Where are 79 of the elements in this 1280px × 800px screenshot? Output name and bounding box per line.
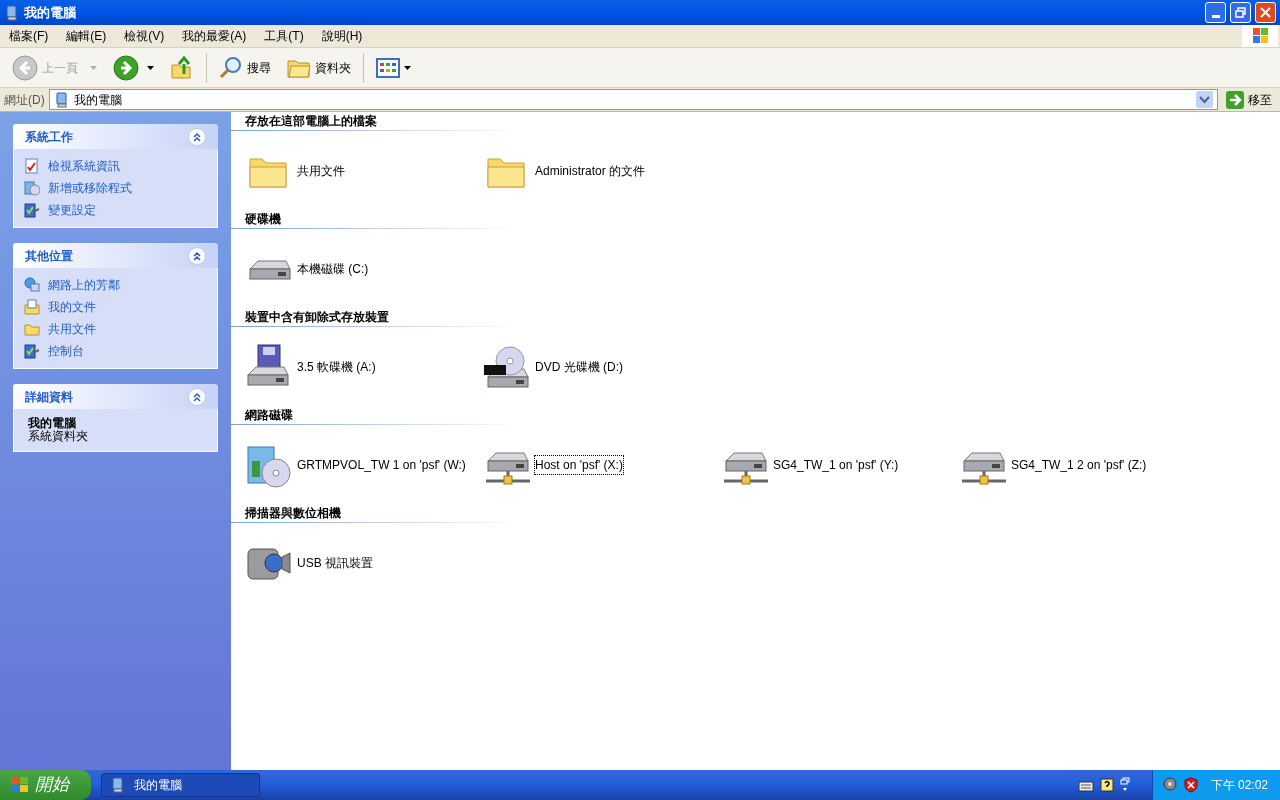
speaker-icon <box>1162 777 1179 793</box>
document-check-icon <box>24 158 40 174</box>
section-heading: 存放在這部電腦上的檔案 <box>244 114 378 129</box>
globe-computer-icon <box>24 277 40 293</box>
drive-item[interactable]: DVD 光碟機 (D:) <box>482 342 720 392</box>
task-link[interactable]: 控制台 <box>24 342 207 360</box>
section-heading: 網路磁碟 <box>244 408 294 423</box>
menu-item[interactable]: 編輯(E) <box>57 27 116 45</box>
panel-title: 詳細資料 <box>25 388 73 406</box>
windows-logo-icon <box>10 776 30 794</box>
task-link[interactable]: 網路上的芳鄰 <box>24 276 207 294</box>
collapse-button[interactable] <box>188 387 206 406</box>
drive-item[interactable]: SG4_TW_1 2 on 'psf' (Z:) <box>958 440 1196 490</box>
minimize-button[interactable] <box>1205 2 1226 23</box>
drive-item[interactable]: GRTMPVOL_TW 1 on 'psf' (W:) <box>244 440 482 490</box>
chevron-icon <box>192 250 202 261</box>
start-button[interactable]: 開始 <box>0 770 91 800</box>
help-icon <box>1099 778 1114 792</box>
close-icon <box>1260 7 1271 18</box>
collapse-button[interactable] <box>188 127 206 146</box>
caret-icon <box>90 65 97 70</box>
menu-item[interactable]: 檢視(V) <box>115 27 174 45</box>
chevron-icon <box>192 131 202 142</box>
details-type: 系統資料夾 <box>28 430 89 443</box>
folders-button[interactable]: 資料夾 <box>283 50 355 85</box>
computer-icon <box>4 4 20 21</box>
close-button[interactable] <box>1255 2 1276 23</box>
menu-item[interactable]: 說明(H) <box>312 27 372 45</box>
computer-icon <box>53 91 70 108</box>
control-panel-icon <box>24 202 40 218</box>
control-panel-icon <box>24 343 40 359</box>
drive-item[interactable]: 共用文件 <box>244 146 482 196</box>
menu-item[interactable]: 檔案(F) <box>0 27 58 45</box>
details-name: 我的電腦 <box>28 417 77 430</box>
section-heading: 硬碟機 <box>244 212 282 227</box>
menu-item[interactable]: 我的最愛(A) <box>173 27 256 45</box>
task-link[interactable]: 我的文件 <box>24 298 207 316</box>
dvd-drive-icon <box>482 343 530 391</box>
caret-icon <box>404 65 411 70</box>
keyboard-icon <box>1077 778 1094 792</box>
restore-icon <box>1235 7 1246 18</box>
collapse-button[interactable] <box>188 246 206 265</box>
restore-windows-icon <box>1119 777 1130 793</box>
chevron-icon <box>192 391 202 402</box>
clock: 下午 02:02 <box>1210 777 1268 794</box>
caret-icon <box>147 65 154 70</box>
restore-button[interactable] <box>1230 2 1251 23</box>
go-button[interactable]: 移至 <box>1222 90 1276 109</box>
folder-icon <box>24 321 40 337</box>
shield-icon <box>1182 777 1199 793</box>
task-link[interactable]: 變更設定 <box>24 201 207 219</box>
taskbar-window-button[interactable]: 我的電腦 <box>101 773 260 797</box>
computer-icon <box>110 777 126 793</box>
window-title: 我的電腦 <box>24 3 77 22</box>
software-box-icon <box>24 180 40 196</box>
search-button[interactable]: 搜尋 <box>215 50 275 85</box>
panel-title: 其他位置 <box>25 247 73 265</box>
task-link[interactable]: 新增或移除程式 <box>24 179 207 197</box>
windows-logo-icon <box>1242 25 1278 47</box>
drive-item[interactable]: Administrator 的文件 <box>482 146 720 196</box>
address-label: 網址(D) <box>4 91 45 109</box>
section-heading: 裝置中含有卸除式存放裝置 <box>244 310 390 325</box>
drive-item[interactable]: Host on 'psf' (X:) <box>482 440 720 490</box>
drive-item[interactable]: 本機磁碟 (C:) <box>244 244 482 294</box>
task-link[interactable]: 共用文件 <box>24 320 207 338</box>
address-field[interactable]: 我的電腦 <box>48 89 1218 110</box>
drive-item[interactable]: SG4_TW_1 on 'psf' (Y:) <box>720 440 958 490</box>
search-icon <box>219 55 243 80</box>
section-heading: 掃描器與數位相機 <box>244 506 342 521</box>
drive-item[interactable]: USB 視訊裝置 <box>244 538 482 588</box>
folder-up-icon <box>170 55 194 80</box>
minimize-icon <box>1211 15 1220 18</box>
go-arrow-icon <box>1226 90 1244 109</box>
panel-title: 系統工作 <box>25 128 73 146</box>
views-icon <box>376 57 400 78</box>
task-link[interactable]: 檢視系統資訊 <box>24 157 207 175</box>
documents-folder-icon <box>24 299 40 315</box>
drive-item[interactable]: 3.5 軟碟機 (A:) <box>244 342 482 392</box>
menu-item[interactable]: 工具(T) <box>255 27 313 45</box>
